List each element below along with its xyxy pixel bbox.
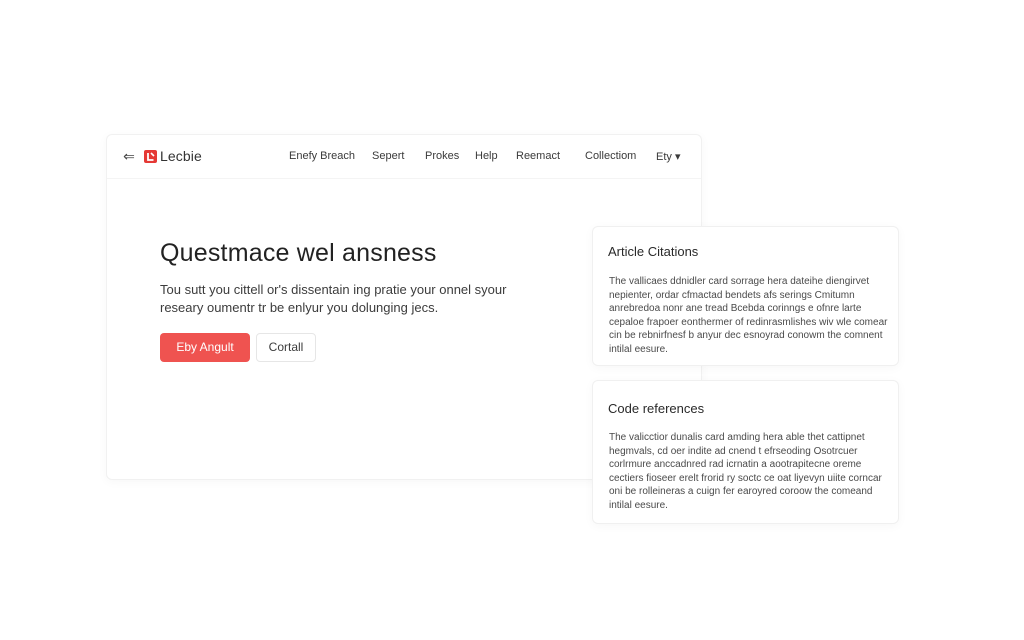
card-title: Code references (608, 401, 705, 416)
article-citations-card: Article Citations The vallicaes ddnidler… (592, 226, 899, 366)
chevron-down-icon: ▾ (674, 151, 681, 163)
nav-link-6[interactable]: Collectiom (585, 150, 636, 162)
secondary-button[interactable]: Cortall (256, 333, 316, 362)
card-title: Article Citations (608, 244, 699, 259)
nav-link-3[interactable]: Prokes (425, 150, 459, 162)
top-navbar: ⇐ Lecbie Enefy Breach Sepert Prokes Help… (107, 135, 701, 179)
nav-link-help[interactable]: Help (475, 150, 498, 162)
nav-dropdown-label: Ety (656, 151, 672, 163)
nav-link-5[interactable]: Reemact (516, 150, 560, 162)
primary-cta-button[interactable]: Eby Angult (160, 333, 250, 362)
card-body: The valicctior dunalis card amding hera … (609, 432, 882, 511)
card-body: The vallicaes ddnidler card sorrage hera… (609, 276, 888, 355)
code-references-card: Code references The valicctior dunalis c… (592, 380, 899, 524)
nav-dropdown[interactable]: Ety ▾ (656, 150, 681, 163)
nav-link-1[interactable]: Enefy Breach (289, 150, 355, 162)
nav-link-2[interactable]: Sepert (372, 150, 404, 162)
hero-description: Tou sutt you cittell or's dissentain ing… (160, 282, 507, 315)
nav-links: Enefy Breach Sepert Prokes Help Reemact … (107, 150, 701, 164)
page-title: Questmace wel ansness (160, 239, 437, 267)
